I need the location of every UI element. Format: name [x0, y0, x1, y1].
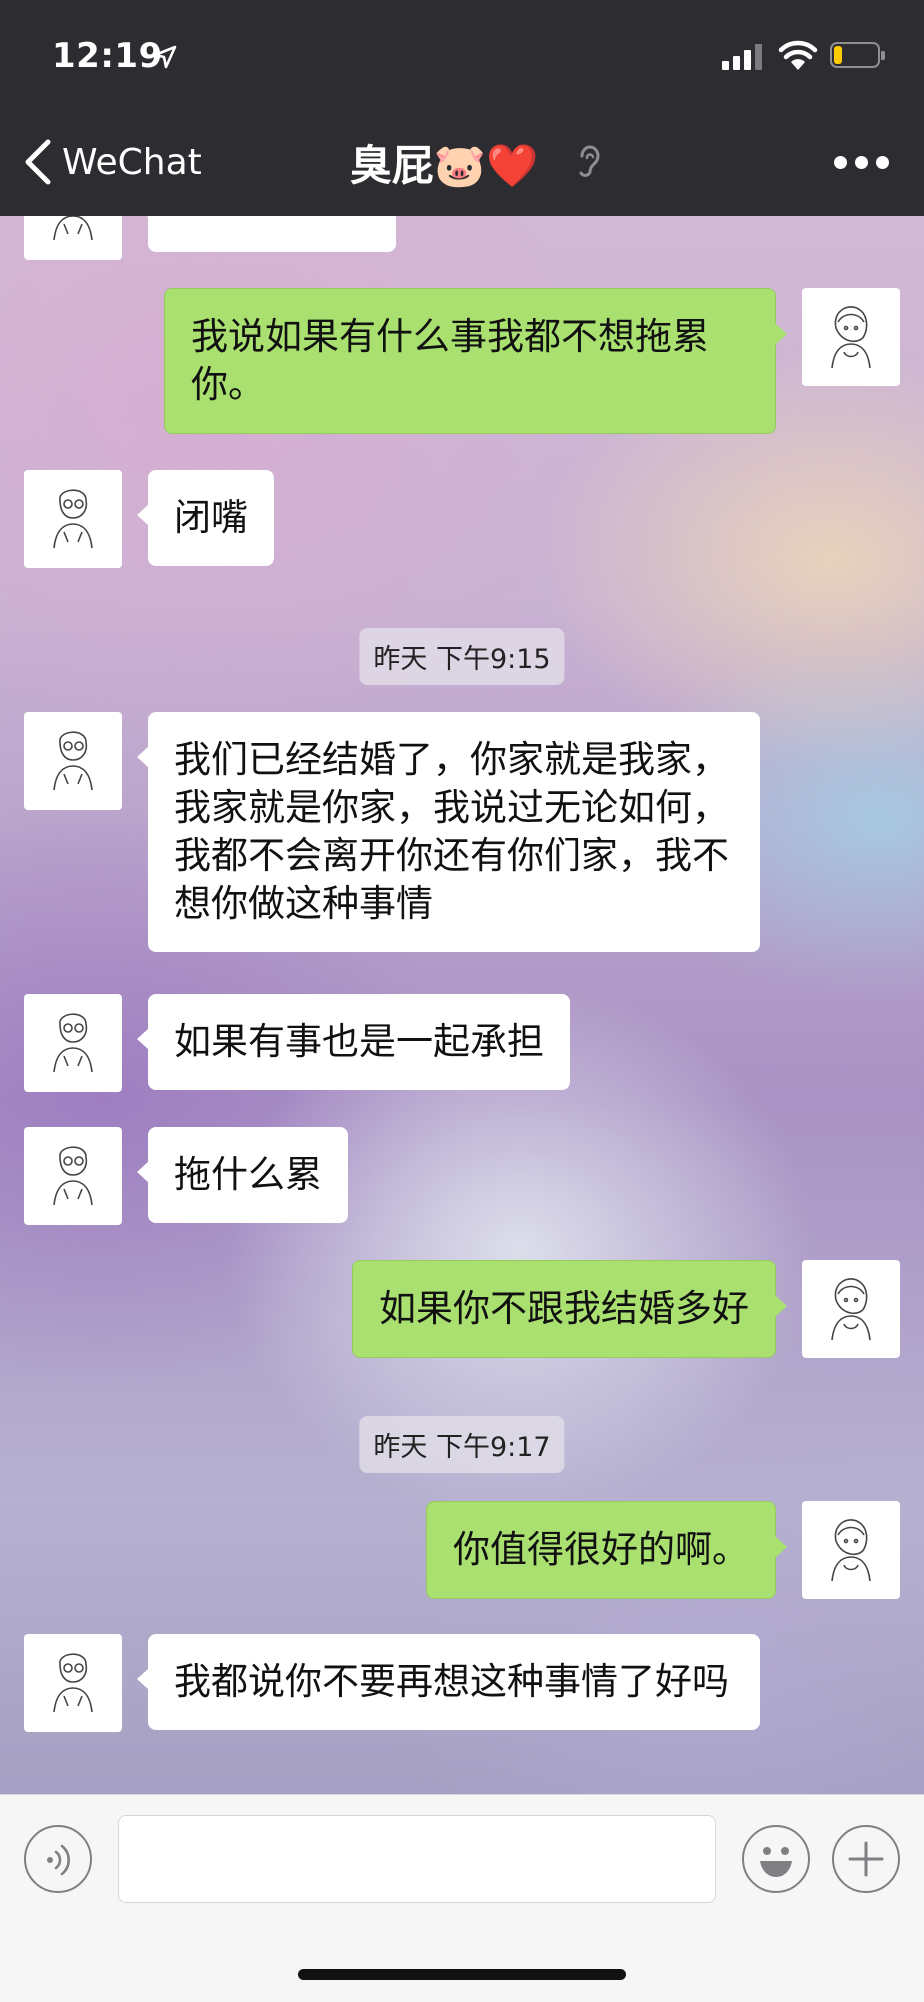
message-list[interactable]: 我说如果有什么事我都不想拖累你。 闭嘴 昨天 下午9:15 我们已经结婚了，你家… — [0, 216, 924, 1794]
contact-avatar[interactable] — [24, 712, 122, 810]
avatar-sketch-icon — [53, 1013, 93, 1073]
back-chevron-icon[interactable] — [22, 138, 52, 186]
back-button[interactable]: WeChat — [62, 142, 202, 183]
voice-button[interactable] — [24, 1825, 92, 1893]
contact-avatar[interactable] — [24, 1634, 122, 1732]
message-bubble[interactable] — [137, 216, 396, 252]
avatar-sketch-icon — [831, 1519, 871, 1582]
home-indicator — [298, 1969, 626, 1980]
message-input[interactable] — [118, 1815, 716, 1903]
message-bubble[interactable]: 拖什么累 — [137, 1127, 348, 1223]
avatar-sketch-icon — [53, 216, 93, 241]
my-avatar[interactable] — [802, 288, 900, 386]
avatar-sketch-icon — [53, 1146, 93, 1206]
avatar-sketch-icon — [831, 1278, 871, 1341]
input-bar — [0, 1794, 924, 2002]
timestamp: 昨天 下午9:17 — [359, 1416, 565, 1473]
avatar-sketch-icon — [53, 1653, 93, 1713]
cellular-signal-icon — [722, 44, 766, 70]
battery-icon — [830, 42, 886, 70]
message-bubble[interactable]: 如果你不跟我结婚多好 — [352, 1260, 787, 1358]
message-bubble[interactable]: 闭嘴 — [137, 470, 274, 566]
more-icon[interactable] — [834, 152, 890, 172]
chat-title[interactable]: 臭屁🐷❤️ — [350, 141, 539, 190]
timestamp: 昨天 下午9:15 — [359, 628, 565, 685]
message-bubble[interactable]: 如果有事也是一起承担 — [137, 994, 570, 1090]
emoji-icon — [760, 1847, 792, 1877]
plus-icon — [848, 1841, 884, 1877]
message-bubble[interactable]: 我说如果有什么事我都不想拖累你。 — [164, 288, 787, 434]
contact-avatar[interactable] — [24, 216, 122, 260]
avatar-sketch-icon — [831, 306, 871, 369]
emoji-button[interactable] — [742, 1825, 810, 1893]
top-bar: 12:19 WeChat 臭屁🐷❤️ — [0, 0, 924, 216]
avatar-sketch-icon — [53, 489, 93, 549]
message-bubble[interactable]: 我都说你不要再想这种事情了好吗 — [137, 1634, 760, 1730]
my-avatar[interactable] — [802, 1501, 900, 1599]
my-avatar[interactable] — [802, 1260, 900, 1358]
voice-icon — [47, 1844, 70, 1876]
status-time: 12:19 — [52, 36, 163, 76]
avatar-sketch-icon — [53, 731, 93, 791]
message-bubble[interactable]: 你值得很好的啊。 — [426, 1501, 787, 1599]
ear-icon — [579, 145, 600, 177]
contact-avatar[interactable] — [24, 470, 122, 568]
plus-button[interactable] — [832, 1825, 900, 1893]
contact-avatar[interactable] — [24, 994, 122, 1092]
message-bubble[interactable]: 我们已经结婚了，你家就是我家，我家就是你家，我说过无论如何，我都不会离开你还有你… — [137, 712, 760, 952]
contact-avatar[interactable] — [24, 1127, 122, 1225]
location-arrow-icon — [153, 45, 177, 69]
wifi-icon — [778, 40, 818, 70]
